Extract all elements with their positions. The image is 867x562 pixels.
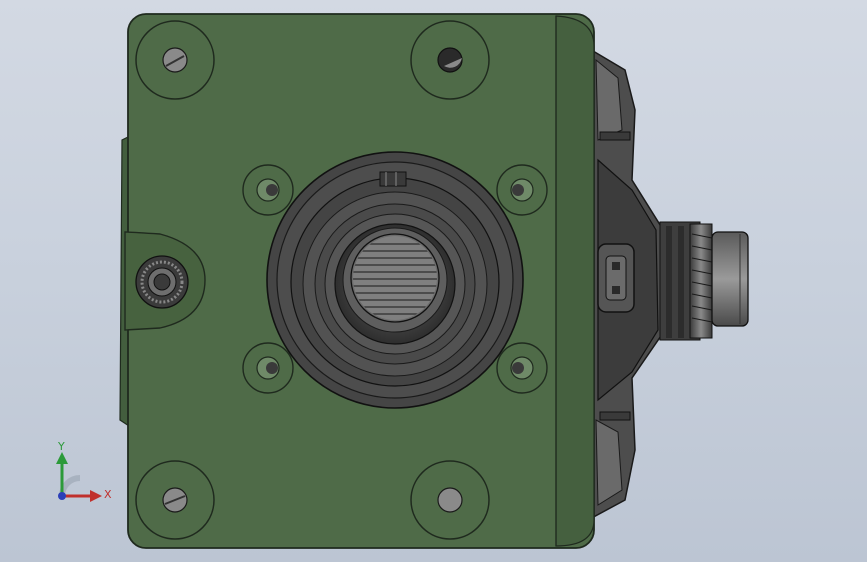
- triad-y-label: Y: [57, 440, 65, 453]
- reference-triad: Y X: [56, 440, 112, 502]
- connector-housing: [587, 46, 666, 522]
- bolt-bottom-right: [410, 460, 490, 540]
- gear-motor-model[interactable]: [0, 0, 867, 562]
- cad-graphics-viewport[interactable]: Y X: [0, 0, 867, 562]
- bolt-top-left: [135, 20, 215, 100]
- triad-y-arrow: [56, 452, 68, 464]
- connector-shaft: [659, 221, 749, 341]
- bolt-top-right: [410, 20, 490, 100]
- bolt-bottom-left: [135, 460, 215, 540]
- triad-x-label: X: [104, 488, 112, 501]
- triad-z-origin: [58, 492, 66, 500]
- triad-x-arrow: [90, 490, 102, 502]
